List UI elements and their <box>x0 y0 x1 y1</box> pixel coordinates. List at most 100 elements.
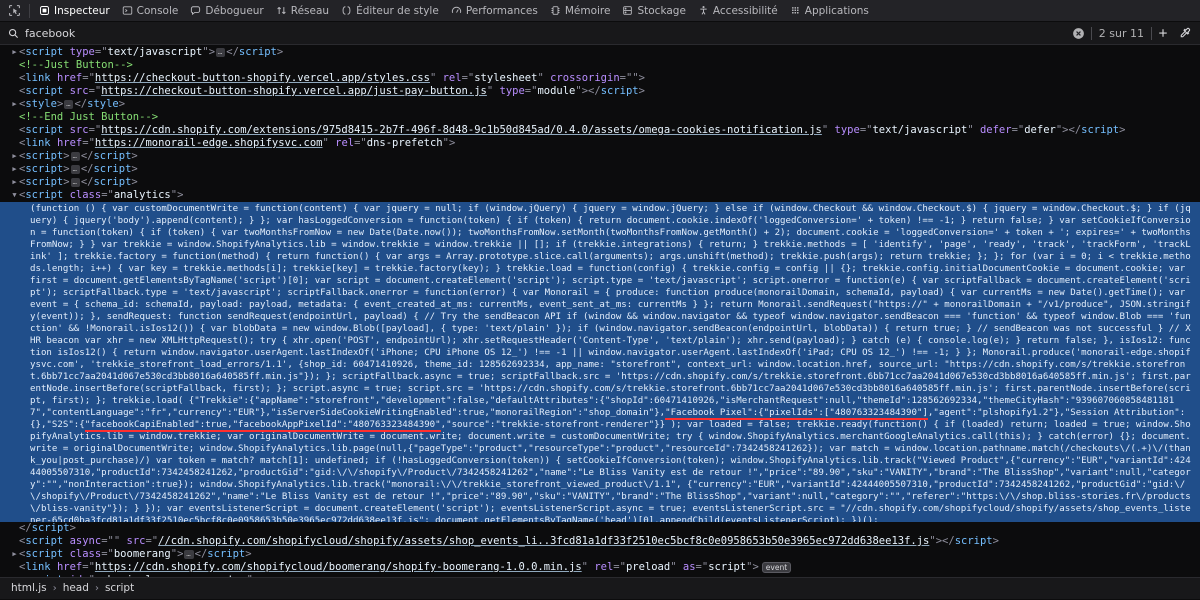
chevron-down-icon[interactable]: ▼ <box>10 189 19 202</box>
devtools-tab-console[interactable]: Console <box>116 1 185 21</box>
markup-node-code: </script> <box>19 522 76 535</box>
devtools-tab-diteur-de-style[interactable]: Éditeur de style <box>335 1 445 21</box>
expand-ellipsis-icon[interactable]: … <box>70 151 80 161</box>
markup-punct: > <box>56 98 64 110</box>
markup-view[interactable]: ▶ <script type="text/javascript">… </scrip… <box>0 45 1200 599</box>
devtools-tab-label: Mémoire <box>564 4 611 17</box>
markup-punct: </ <box>19 522 32 534</box>
markup-node-line[interactable]: </script> <box>0 522 1200 535</box>
markup-punct: > <box>63 163 70 175</box>
markup-node-line[interactable]: <script async="" src="//cdn.shopify.com/… <box>0 535 1200 548</box>
chevron-right-icon[interactable]: ▶ <box>10 548 19 561</box>
breadcrumb-item-html-js[interactable]: html.js <box>8 582 50 595</box>
markup-punct: </ <box>942 535 955 547</box>
devtools-tab-d-bogueur[interactable]: Débogueur <box>184 1 269 21</box>
markup-node-code: <script type="text/javascript">… </script… <box>19 46 283 59</box>
markup-attrval: module <box>537 85 576 97</box>
devtools-tab-accessibilit[interactable]: Accessibilité <box>692 1 784 21</box>
search-match-highlight: {"pixelIds":["480763323484390"] <box>758 408 928 420</box>
markup-attrlink[interactable]: https://monorail-edge.shopifysvc.com <box>95 137 323 149</box>
markup-attrlink[interactable]: https://checkout-button-shopify.vercel.a… <box>101 85 487 97</box>
markup-tag: style <box>25 98 57 110</box>
breadcrumb-item-script[interactable]: script <box>102 582 137 595</box>
markup-tag: script <box>25 548 64 560</box>
markup-punct: </ <box>588 85 601 97</box>
chevron-right-icon[interactable]: ▶ <box>10 176 19 189</box>
markup-node-line[interactable]: <script src="https://checkout-button-sho… <box>0 85 1200 98</box>
expand-ellipsis-icon[interactable]: … <box>184 549 194 559</box>
markup-node-line[interactable]: <!--End Just Button--> <box>0 111 1200 124</box>
chevron-right-icon[interactable]: ▶ <box>10 163 19 176</box>
expand-ellipsis-icon[interactable]: … <box>216 47 226 57</box>
devtools-toolbar: Inspecteur Console Débogueur Réseau Éditeur … <box>0 0 1200 22</box>
plus-icon[interactable] <box>1152 23 1174 43</box>
devtools-tab-m-moire[interactable]: Mémoire <box>544 1 617 21</box>
expand-ellipsis-icon[interactable]: … <box>64 99 74 109</box>
markup-node-code: <!--End Just Button--> <box>19 111 158 124</box>
markup-node-line[interactable]: <!--Just Button--> <box>0 59 1200 72</box>
markup-attrname: crossorigin <box>550 72 620 84</box>
devtools-tab-applications[interactable]: Applications <box>784 1 875 21</box>
markup-punct: " <box>821 124 835 136</box>
markup-node-line[interactable]: <link href="https://checkout-button-shop… <box>0 72 1200 85</box>
markup-tag: script <box>31 522 70 534</box>
markup-node-line[interactable]: <link href="https://monorail-edge.shopif… <box>0 137 1200 150</box>
expand-ellipsis-icon[interactable]: … <box>70 177 80 187</box>
markup-node-line[interactable]: ▼ <script class="analytics"> <box>0 189 1200 202</box>
markup-attrlink[interactable]: https://checkout-button-shopify.vercel.a… <box>95 72 430 84</box>
event-badge[interactable]: event <box>761 561 792 573</box>
devtools-tab-inspecteur[interactable]: Inspecteur <box>33 1 116 21</box>
markup-comment: <!--End Just Button--> <box>19 111 159 123</box>
markup-punct: > <box>1119 124 1126 136</box>
devtools-tab-performances[interactable]: Performances <box>445 1 544 21</box>
markup-attrlink[interactable]: https://cdn.shopify.com/shopifycloud/boo… <box>95 561 582 573</box>
devtools-tab-r-seau[interactable]: Réseau <box>270 1 335 21</box>
markup-punct: "> <box>170 548 184 560</box>
toolbar-divider <box>29 3 30 18</box>
markup-node-line[interactable]: ▶ <script>… </script> <box>0 150 1200 163</box>
markup-tag: script <box>25 535 64 547</box>
eyedropper-icon[interactable] <box>1174 23 1196 43</box>
element-picker-icon[interactable] <box>2 1 26 21</box>
markup-node-line[interactable]: <link href="https://cdn.shopify.com/shop… <box>0 561 1200 574</box>
markup-punct: "> <box>170 189 184 201</box>
markup-node-line[interactable]: ▶ <script type="text/javascript">… </scrip… <box>0 46 1200 59</box>
markup-attrname: src <box>126 535 146 547</box>
devtools-tab-label: Débogueur <box>205 4 264 17</box>
devtools-tab-label: Éditeur de style <box>356 4 439 17</box>
markup-punct: "> <box>442 137 456 149</box>
selected-text-node[interactable]: (function () { var customDocumentWrite =… <box>0 202 1200 522</box>
expand-ellipsis-icon[interactable]: … <box>70 164 80 174</box>
markup-node-code: <script async="" src="//cdn.shopify.com/… <box>19 535 999 548</box>
chevron-right-icon[interactable]: ▶ <box>10 46 19 59</box>
html-search-bar: facebook 2 sur 11 <box>0 22 1200 45</box>
markup-punct: " <box>967 124 980 136</box>
breadcrumb-item-head[interactable]: head <box>60 582 92 595</box>
markup-punct: =" <box>94 46 108 58</box>
markup-attrlink[interactable]: //cdn.shopify.com/shopifycloud/shopify/a… <box>158 535 929 547</box>
markup-node-line[interactable]: <script src="https://cdn.shopify.com/ext… <box>0 124 1200 137</box>
markup-node-line[interactable]: ▶ <script class="boomerang">… </script> <box>0 548 1200 561</box>
search-input[interactable]: facebook <box>25 27 1070 40</box>
markup-node-line[interactable]: ▶ <script>… </script> <box>0 176 1200 189</box>
markup-punct: =" <box>82 561 95 573</box>
markup-node-code: <script src="https://checkout-button-sho… <box>19 85 645 98</box>
markup-punct: </ <box>74 98 88 110</box>
markup-node-code: <link href="https://checkout-button-shop… <box>19 72 645 85</box>
chevron-right-icon[interactable]: ▶ <box>10 150 19 163</box>
search-match-highlight: "Facebook Pixel": <box>665 408 759 420</box>
markup-node-line[interactable]: ▶ <script>… </script> <box>0 163 1200 176</box>
markup-punct: =" <box>82 137 95 149</box>
markup-node-code: <link href="https://cdn.shopify.com/shop… <box>19 561 792 574</box>
markup-lines-before-selection: ▶ <script type="text/javascript">… </scrip… <box>0 46 1200 202</box>
markup-punct: =" <box>354 137 367 149</box>
markup-punct: " <box>670 561 683 573</box>
markup-node-line[interactable]: ▶ <style>… </style> <box>0 98 1200 111</box>
devtools-tab-stockage[interactable]: Stockage <box>616 1 691 21</box>
markup-punct: " <box>537 72 551 84</box>
markup-comment: <!--Just Button--> <box>19 59 133 71</box>
chevron-right-icon[interactable]: ▶ <box>10 98 19 111</box>
clear-icon[interactable] <box>1072 27 1085 40</box>
markup-tag: link <box>25 72 51 84</box>
markup-attrlink[interactable]: https://cdn.shopify.com/extensions/975d8… <box>101 124 822 136</box>
